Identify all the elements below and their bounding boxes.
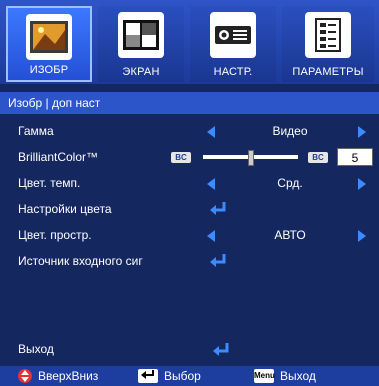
footer-hints: ВверхВниз Выбор Menu Выход [0, 366, 379, 386]
hint-label: Выбор [164, 369, 201, 383]
tab-bar: ИЗОБР ЭКРАН НАСТР. ПАРАМЕТРЫ [0, 0, 379, 84]
arrow-right-icon[interactable] [358, 178, 366, 190]
bc-max-icon: BC [308, 152, 328, 163]
menu-item-value: АВТО [274, 228, 306, 242]
menu-item-label: Настройки цвета [18, 202, 112, 216]
menu-item-exit[interactable]: Выход [0, 338, 379, 362]
tab-label: ИЗОБР [29, 64, 69, 76]
tab-parameters[interactable]: ПАРАМЕТРЫ [282, 6, 374, 82]
exit-label: Выход [18, 342, 54, 356]
tab-label: ПАРАМЕТРЫ [292, 66, 364, 78]
hint-label: ВверхВниз [38, 369, 99, 383]
updown-icon [18, 369, 32, 383]
arrow-right-icon[interactable] [358, 126, 366, 138]
menu-item-label: Цвет. простр. [18, 228, 92, 242]
hint-updown: ВверхВниз [18, 366, 98, 386]
arrow-left-icon[interactable] [207, 230, 215, 242]
hint-exit: Menu Выход [254, 366, 316, 386]
bc-min-icon: BC [171, 152, 191, 163]
menu-key-icon: Menu [254, 369, 275, 383]
menu-item-value: Срд. [277, 176, 303, 190]
document-icon [305, 12, 351, 58]
slider-value: 5 [337, 148, 373, 166]
slider-handle[interactable] [247, 150, 254, 166]
tab-label: НАСТР. [213, 66, 253, 78]
breadcrumb: Изобр | доп наст [0, 92, 379, 114]
menu-item-label: Гамма [18, 124, 54, 138]
hint-label: Выход [280, 369, 316, 383]
projector-icon [210, 12, 256, 58]
screen-icon [118, 12, 164, 58]
menu-list: Гамма Видео BrilliantColor™ BC BC 5 Цвет… [0, 118, 379, 274]
menu-item-label: BrilliantColor™ [18, 150, 99, 164]
arrow-left-icon[interactable] [207, 126, 215, 138]
arrow-right-icon[interactable] [358, 230, 366, 242]
enter-icon[interactable] [212, 342, 230, 358]
enter-icon[interactable] [209, 201, 227, 217]
menu-item-label: Цвет. темп. [18, 176, 81, 190]
menu-item-input-source[interactable]: Источник входного сиг [0, 248, 379, 274]
enter-key-icon [138, 369, 158, 383]
enter-icon[interactable] [209, 253, 227, 269]
osd-menu: ИЗОБР ЭКРАН НАСТР. ПАРАМЕТРЫ Изобр | доп… [0, 0, 379, 386]
menu-item-gamma[interactable]: Гамма Видео [0, 118, 379, 144]
menu-item-brilliantcolor[interactable]: BrilliantColor™ BC BC 5 [0, 144, 379, 170]
picture-icon [26, 14, 72, 60]
menu-item-color-space[interactable]: Цвет. простр. АВТО [0, 222, 379, 248]
tab-label: ЭКРАН [122, 66, 160, 78]
tab-settings[interactable]: НАСТР. [190, 6, 276, 82]
menu-item-value: Видео [272, 124, 308, 138]
tab-screen[interactable]: ЭКРАН [98, 6, 184, 82]
hint-select: Выбор [138, 366, 201, 386]
menu-item-label: Источник входного сиг [18, 254, 143, 268]
menu-item-color-settings[interactable]: Настройки цвета [0, 196, 379, 222]
menu-item-color-temp[interactable]: Цвет. темп. Срд. [0, 170, 379, 196]
tab-image[interactable]: ИЗОБР [6, 6, 92, 82]
arrow-left-icon[interactable] [207, 178, 215, 190]
